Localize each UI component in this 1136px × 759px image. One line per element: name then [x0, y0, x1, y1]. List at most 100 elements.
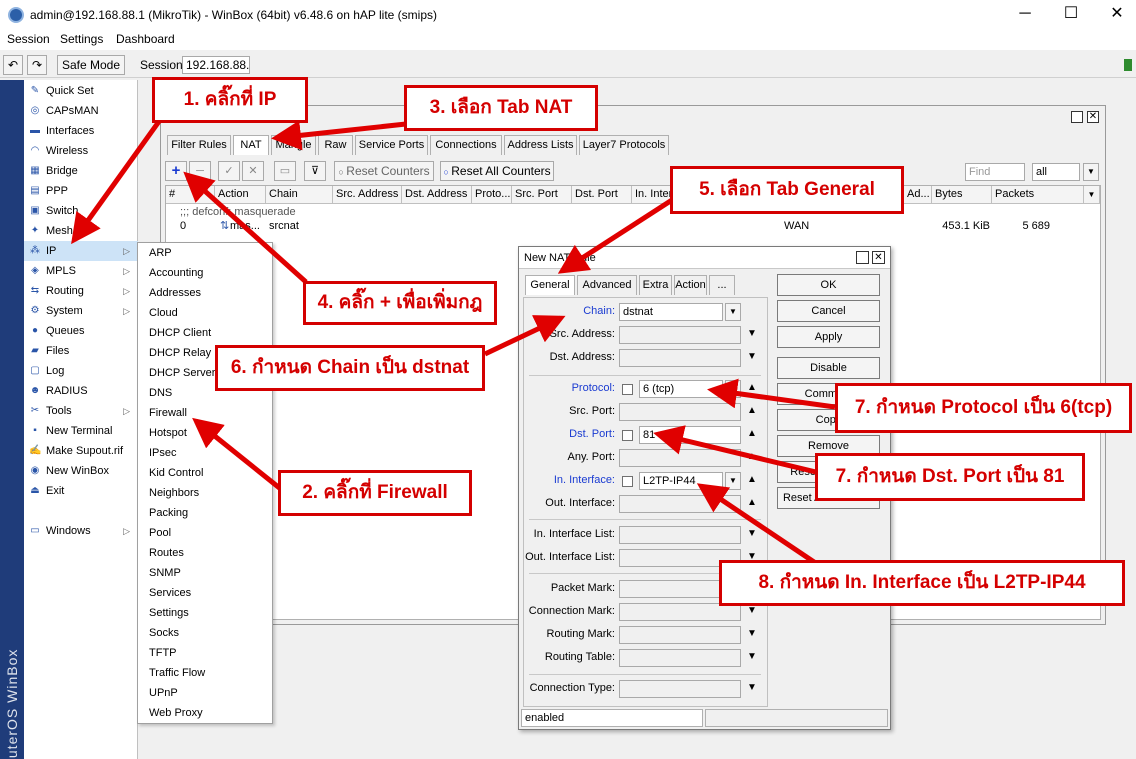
chevron-up-icon[interactable]: ▲ — [747, 497, 757, 508]
column-header-src-address[interactable]: Src. Address — [333, 186, 402, 204]
submenu-item-cloud[interactable]: Cloud — [138, 303, 272, 323]
submenu-item-socks[interactable]: Socks — [138, 623, 272, 643]
submenu-item-traffic-flow[interactable]: Traffic Flow — [138, 663, 272, 683]
column-header-dst-port[interactable]: Dst. Port — [572, 186, 632, 204]
submenu-item-arp[interactable]: ARP — [138, 243, 272, 263]
column-header-num[interactable]: # — [166, 186, 215, 204]
connection-type-field[interactable] — [619, 680, 741, 698]
tab-nat[interactable]: NAT — [233, 135, 269, 155]
dialog-tab-advanced[interactable]: Advanced — [577, 275, 637, 295]
sidebar-item-files[interactable]: ▰ Files — [24, 341, 138, 361]
sidebar-item-tools[interactable]: ✂ Tools ▷ — [24, 401, 138, 421]
chevron-down-icon[interactable]: ▼ — [747, 605, 757, 616]
reset-all-counters-button[interactable]: ○ Reset All Counters — [440, 161, 554, 181]
chain-dropdown-icon[interactable]: ▼ — [725, 303, 741, 321]
safe-mode-button[interactable]: Safe Mode — [57, 55, 125, 75]
sidebar-item-bridge[interactable]: ▦ Bridge — [24, 161, 138, 181]
any-port-field[interactable] — [619, 449, 741, 467]
tab-service-ports[interactable]: Service Ports — [355, 135, 428, 155]
find-input[interactable]: Find — [965, 163, 1025, 181]
column-header-action[interactable]: Action — [215, 186, 266, 204]
cancel-button[interactable]: Cancel — [777, 300, 880, 322]
submenu-item-accounting[interactable]: Accounting — [138, 263, 272, 283]
dialog-close-icon[interactable]: ✕ — [872, 251, 885, 264]
session-field[interactable]: 192.168.88.1 — [182, 56, 250, 74]
submenu-item-firewall[interactable]: Firewall — [138, 403, 272, 423]
chevron-up-icon[interactable]: ▲ — [747, 451, 757, 462]
ok-button[interactable]: OK — [777, 274, 880, 296]
apply-button[interactable]: Apply — [777, 326, 880, 348]
minimize-button[interactable]: ─ — [1002, 0, 1048, 30]
tab-filter-rules[interactable]: Filter Rules — [167, 135, 231, 155]
src-port-field[interactable] — [619, 403, 741, 421]
sidebar-item-switch[interactable]: ▣ Switch — [24, 201, 138, 221]
reset-counters-button[interactable]: ○ Reset Counters — [334, 161, 434, 181]
chevron-down-icon[interactable]: ▼ — [747, 651, 757, 662]
protocol-field[interactable]: 6 (tcp) — [639, 380, 723, 398]
submenu-item-snmp[interactable]: SNMP — [138, 563, 272, 583]
column-header-proto[interactable]: Proto... — [472, 186, 512, 204]
remove-icon[interactable]: ─ — [189, 161, 211, 181]
dst-port-field[interactable]: 81 — [639, 426, 741, 444]
sidebar-item-capsman[interactable]: ◎ CAPsMAN — [24, 101, 138, 121]
filter-dropdown-icon[interactable]: ▼ — [1083, 163, 1099, 181]
chevron-up-icon[interactable]: ▲ — [747, 382, 757, 393]
protocol-negate-checkbox[interactable] — [622, 384, 633, 395]
submenu-item-services[interactable]: Services — [138, 583, 272, 603]
restore-icon[interactable] — [1071, 111, 1083, 123]
protocol-dropdown-icon[interactable]: ▼ — [725, 380, 741, 398]
sidebar-item-system[interactable]: ⚙ System ▷ — [24, 301, 138, 321]
dialog-tab-action[interactable]: Action — [674, 275, 707, 295]
submenu-item-web-proxy[interactable]: Web Proxy — [138, 703, 272, 723]
sidebar-item-mpls[interactable]: ◈ MPLS ▷ — [24, 261, 138, 281]
comment-icon[interactable]: ▭ — [274, 161, 296, 181]
menu-session[interactable]: Session — [7, 32, 50, 46]
submenu-item-pool[interactable]: Pool — [138, 523, 272, 543]
in-interface-dropdown-icon[interactable]: ▼ — [725, 472, 741, 490]
tab-layer7-protocols[interactable]: Layer7 Protocols — [579, 135, 669, 155]
sidebar-item-new-winbox[interactable]: ◉ New WinBox — [24, 461, 138, 481]
in-interface-negate-checkbox[interactable] — [622, 476, 633, 487]
tab-raw[interactable]: Raw — [318, 135, 353, 155]
enable-icon[interactable]: ✓ — [218, 161, 240, 181]
disable-button[interactable]: Disable — [777, 357, 880, 379]
submenu-item-upnp[interactable]: UPnP — [138, 683, 272, 703]
sidebar-item-ppp[interactable]: ▤ PPP — [24, 181, 138, 201]
dst-address-field[interactable] — [619, 349, 741, 367]
submenu-item-ipsec[interactable]: IPsec — [138, 443, 272, 463]
chevron-down-icon[interactable]: ▼ — [747, 528, 757, 539]
sidebar-item-windows[interactable]: ▭ Windows ▷ — [24, 521, 138, 541]
submenu-item-settings[interactable]: Settings — [138, 603, 272, 623]
chain-field[interactable]: dstnat — [619, 303, 723, 321]
tab-address-lists[interactable]: Address Lists — [504, 135, 577, 155]
add-icon[interactable]: + — [165, 161, 187, 181]
menu-settings[interactable]: Settings — [60, 32, 103, 46]
chevron-down-icon[interactable]: ▼ — [747, 328, 757, 339]
tab-connections[interactable]: Connections — [430, 135, 502, 155]
column-header-packets[interactable]: Packets — [992, 186, 1084, 204]
submenu-item-kid-control[interactable]: Kid Control — [138, 463, 272, 483]
dialog-tab-general[interactable]: General — [525, 275, 575, 295]
sidebar-item-exit[interactable]: ⏏ Exit — [24, 481, 138, 501]
column-menu-icon[interactable]: ▼ — [1084, 186, 1100, 204]
in-interface-list-field[interactable] — [619, 526, 741, 544]
tab-mangle[interactable]: Mangle — [271, 135, 316, 155]
dialog-restore-icon[interactable] — [856, 251, 869, 264]
column-header-bytes[interactable]: Bytes — [932, 186, 992, 204]
sidebar-item-make-supout-rif[interactable]: ✍ Make Supout.rif — [24, 441, 138, 461]
redo-button[interactable]: ↷ — [27, 55, 47, 75]
chevron-up-icon[interactable]: ▲ — [747, 405, 757, 416]
sidebar-item-interfaces[interactable]: ▬ Interfaces — [24, 121, 138, 141]
submenu-item-tftp[interactable]: TFTP — [138, 643, 272, 663]
submenu-item-routes[interactable]: Routes — [138, 543, 272, 563]
sidebar-item-wireless[interactable]: ◠ Wireless — [24, 141, 138, 161]
close-button[interactable]: ✕ — [1094, 0, 1136, 30]
out-interface-field[interactable] — [619, 495, 741, 513]
dialog-tab-more[interactable]: ... — [709, 275, 735, 295]
chevron-down-icon[interactable]: ▼ — [747, 628, 757, 639]
sidebar-item-new-terminal[interactable]: ▪ New Terminal — [24, 421, 138, 441]
src-address-field[interactable] — [619, 326, 741, 344]
column-header-dst-address[interactable]: Dst. Address — [402, 186, 472, 204]
chevron-down-icon[interactable]: ▼ — [747, 682, 757, 693]
menu-dashboard[interactable]: Dashboard — [116, 32, 175, 46]
